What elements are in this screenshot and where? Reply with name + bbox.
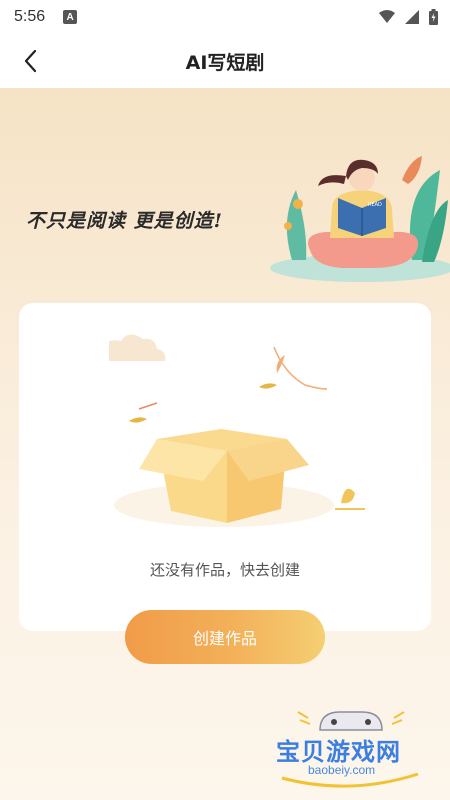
status-bar: 5:56 A	[0, 0, 450, 34]
empty-state-card: 还没有作品，快去创建	[19, 303, 431, 631]
battery-icon	[429, 9, 438, 25]
watermark: 宝贝游戏网 baobeiy.com	[270, 700, 430, 792]
page-title: AI写短剧	[185, 52, 265, 74]
open-box-icon	[109, 334, 365, 527]
status-time: 5:56	[14, 8, 46, 25]
empty-state-message: 还没有作品，快去创建	[149, 561, 300, 579]
create-work-button[interactable]: 创建作品	[125, 610, 325, 664]
wifi-icon	[379, 10, 395, 23]
notification-icon: A	[63, 10, 78, 24]
slogan: 不只是阅读 更是创造!	[26, 210, 223, 232]
svg-text:READ: READ	[368, 202, 382, 208]
nav-bar: AI写短剧	[0, 34, 450, 88]
watermark-text: 宝贝游戏网	[276, 738, 401, 766]
status-icons	[379, 9, 438, 25]
signal-icon	[405, 10, 419, 24]
watermark-domain: baobeiy.com	[308, 763, 376, 777]
reading-girl-illustration: READ	[270, 156, 450, 282]
